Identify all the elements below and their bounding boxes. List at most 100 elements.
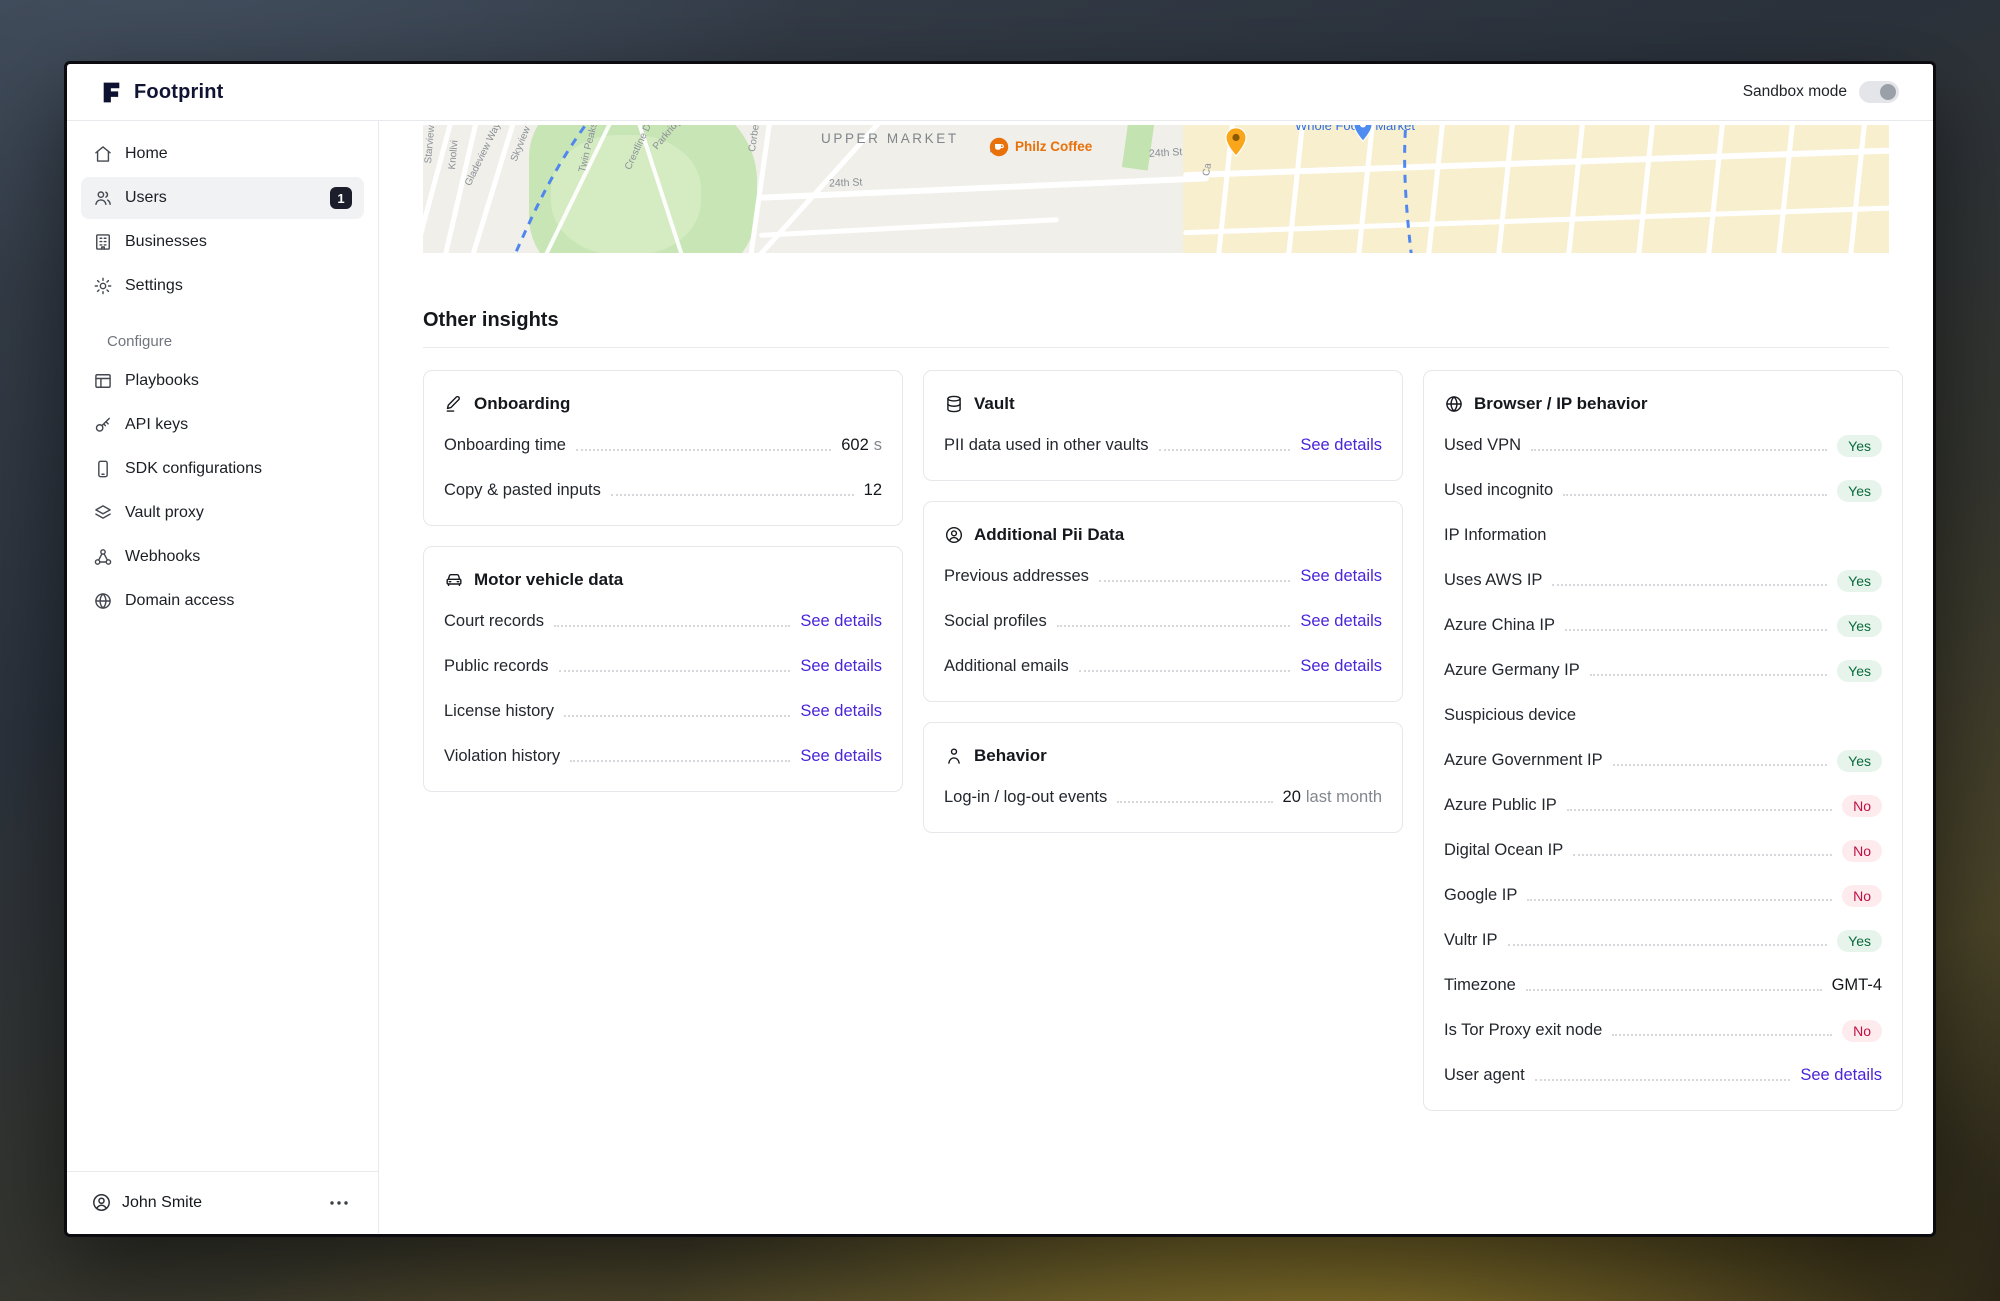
database-icon xyxy=(944,394,964,414)
user-name: John Smite xyxy=(122,1194,202,1212)
sidebar: Home Users 1 Businesses Settings Configu… xyxy=(67,121,379,1233)
row-label: Digital Ocean IP xyxy=(1444,841,1563,860)
dotted-leader xyxy=(1565,629,1827,631)
insight-row: Court records See details xyxy=(444,599,882,644)
card-vault: Vault PII data used in other vaults See … xyxy=(923,370,1403,481)
dotted-leader xyxy=(576,449,831,451)
sidebar-item-settings[interactable]: Settings xyxy=(81,265,364,307)
insight-row: Azure Public IP No xyxy=(1444,783,1882,828)
insight-row: Digital Ocean IP No xyxy=(1444,828,1882,873)
sidebar-user[interactable]: John Smite xyxy=(67,1171,378,1233)
dotted-leader xyxy=(570,760,790,762)
sidebar-item-label: SDK configurations xyxy=(125,460,262,478)
row-label: Social profiles xyxy=(944,612,1047,631)
see-details-link[interactable]: See details xyxy=(1300,612,1382,631)
dotted-leader xyxy=(1590,674,1827,676)
sidebar-item-label: Playbooks xyxy=(125,372,199,390)
more-menu-button[interactable] xyxy=(324,1195,354,1211)
see-details-link[interactable]: See details xyxy=(1800,1066,1882,1085)
see-details-link[interactable]: See details xyxy=(1300,436,1382,455)
dotted-leader xyxy=(1117,801,1272,803)
sidebar-item-users[interactable]: Users 1 xyxy=(81,177,364,219)
row-label: Log-in / log-out events xyxy=(944,788,1107,807)
sandbox-mode-control: Sandbox mode xyxy=(1743,81,1899,103)
see-details-link[interactable]: See details xyxy=(800,747,882,766)
map-street-label: 24th St xyxy=(829,176,863,189)
card-browser-ip: Browser / IP behavior Used VPN Yes Used … xyxy=(1423,370,1903,1111)
row-value: 602s xyxy=(841,436,882,455)
person-circle-icon xyxy=(944,525,964,545)
map[interactable]: Starview Knollvi Skyview Way Gladeview W… xyxy=(423,125,1889,253)
sandbox-toggle[interactable] xyxy=(1859,81,1899,103)
sidebar-item-label: Webhooks xyxy=(125,548,200,566)
dotted-leader xyxy=(1526,989,1822,991)
coffee-poi-icon[interactable] xyxy=(989,137,1009,162)
sidebar-section-configure: Configure xyxy=(81,333,364,350)
sidebar-item-webhooks[interactable]: Webhooks xyxy=(81,536,364,578)
see-details-link[interactable]: See details xyxy=(800,702,882,721)
insight-row: Additional emails See details xyxy=(944,644,1382,689)
dotted-leader xyxy=(1527,899,1832,901)
globe-icon xyxy=(93,591,113,611)
status-badge: Yes xyxy=(1837,615,1882,637)
insight-row: Copy & pasted inputs 12 xyxy=(444,468,882,513)
insight-subhead-row: IP Information xyxy=(1444,513,1882,558)
avatar-icon xyxy=(91,1192,112,1213)
sidebar-item-api-keys[interactable]: API keys xyxy=(81,404,364,446)
sidebar-item-playbooks[interactable]: Playbooks xyxy=(81,360,364,402)
building-icon xyxy=(93,232,113,252)
sidebar-item-label: Users xyxy=(125,189,167,207)
sidebar-item-vault-proxy[interactable]: Vault proxy xyxy=(81,492,364,534)
row-label: PII data used in other vaults xyxy=(944,436,1149,455)
map-marker-pin-icon[interactable] xyxy=(1225,127,1247,162)
insight-row: Is Tor Proxy exit node No xyxy=(1444,1008,1882,1053)
sidebar-item-domain-access[interactable]: Domain access xyxy=(81,580,364,622)
insight-row: Azure China IP Yes xyxy=(1444,603,1882,648)
card-motor-vehicle: Motor vehicle data Court records See det… xyxy=(423,546,903,792)
status-badge: Yes xyxy=(1837,750,1882,772)
row-label: Used VPN xyxy=(1444,436,1521,455)
sidebar-item-sdk-configurations[interactable]: SDK configurations xyxy=(81,448,364,490)
dotted-leader xyxy=(1531,449,1827,451)
dotted-leader xyxy=(1508,944,1828,946)
sidebar-item-label: Domain access xyxy=(125,592,234,610)
map-street-label: 24th St xyxy=(1149,146,1183,160)
dotted-leader xyxy=(1159,449,1291,451)
insight-row: Used VPN Yes xyxy=(1444,423,1882,468)
see-details-link[interactable]: See details xyxy=(1300,657,1382,676)
dotted-leader xyxy=(1535,1079,1791,1081)
see-details-link[interactable]: See details xyxy=(1300,567,1382,586)
brand-name: Footprint xyxy=(134,81,224,104)
dotted-leader xyxy=(1567,809,1832,811)
card-title: Behavior xyxy=(974,746,1047,766)
car-icon xyxy=(444,570,464,590)
row-label: Azure Public IP xyxy=(1444,796,1557,815)
section-title: Other insights xyxy=(423,307,1889,333)
dotted-leader xyxy=(559,670,791,672)
person-icon xyxy=(944,746,964,766)
insight-row: Uses AWS IP Yes xyxy=(1444,558,1882,603)
home-icon xyxy=(93,144,113,164)
dotted-leader xyxy=(1612,1034,1832,1036)
status-badge: Yes xyxy=(1837,930,1882,952)
map-poi-philz-label[interactable]: Philz Coffee xyxy=(1015,139,1092,154)
map-street-label: Ca xyxy=(1201,162,1214,177)
sidebar-item-home[interactable]: Home xyxy=(81,133,364,175)
gear-icon xyxy=(93,276,113,296)
main-content: Starview Knollvi Skyview Way Gladeview W… xyxy=(379,121,1933,1233)
sidebar-item-businesses[interactable]: Businesses xyxy=(81,221,364,263)
app-window: Footprint Sandbox mode Home Users 1 xyxy=(64,61,1936,1237)
see-details-link[interactable]: See details xyxy=(800,657,882,676)
insight-row: Azure Government IP Yes xyxy=(1444,738,1882,783)
see-details-link[interactable]: See details xyxy=(800,612,882,631)
row-label: Azure Germany IP xyxy=(1444,661,1580,680)
map-marker-pin-blue-icon[interactable] xyxy=(1353,125,1373,147)
key-icon xyxy=(93,415,113,435)
row-label: IP Information xyxy=(1444,526,1546,545)
insight-row: Public records See details xyxy=(444,644,882,689)
row-label: Azure Government IP xyxy=(1444,751,1603,770)
insight-row: Previous addresses See details xyxy=(944,554,1382,599)
dotted-leader xyxy=(1079,670,1291,672)
card-title: Onboarding xyxy=(474,394,570,414)
insight-row: Timezone GMT-4 xyxy=(1444,963,1882,1008)
